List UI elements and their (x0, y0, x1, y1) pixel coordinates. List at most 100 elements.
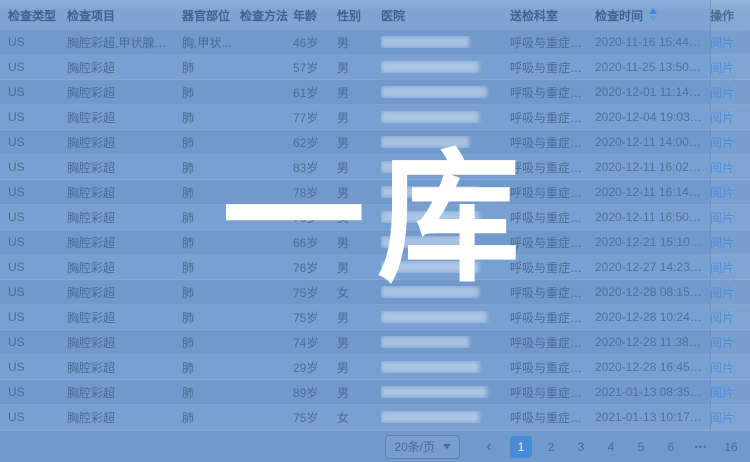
cell-exam-time: 2020-12-27 14:23:04 (595, 260, 710, 274)
view-images-link[interactable]: 阅片 (710, 86, 734, 100)
page-button-6[interactable]: 6 (660, 436, 682, 458)
page-button-4[interactable]: 4 (600, 436, 622, 458)
view-images-link[interactable]: 阅片 (710, 161, 734, 175)
redacted-hospital-value (381, 386, 487, 398)
sort-asc-icon[interactable] (649, 8, 657, 14)
column-header-label: 检查类型 (8, 7, 56, 24)
redacted-hospital-value (381, 186, 479, 198)
cell-age: 75岁 (293, 309, 337, 326)
table-row: US 胸腔彩超 肺 76岁 女 呼吸与重症医... 2020-12-11 16:… (0, 205, 750, 230)
cell-exam-item: 胸腔彩超 (67, 184, 182, 201)
cell-exam-item: 胸腔彩超 (67, 109, 182, 126)
cell-age: 46岁 (293, 34, 337, 51)
cell-gender: 男 (337, 134, 381, 151)
view-images-link[interactable]: 阅片 (710, 336, 734, 350)
view-images-link[interactable]: 阅片 (710, 36, 734, 50)
cell-organ: 肺 (182, 209, 240, 226)
table-row: US 胸腔彩超 肺 77岁 男 呼吸与重症医... 2020-12-04 19:… (0, 105, 750, 130)
cell-organ: 肺 (182, 234, 240, 251)
cell-department: 呼吸与重症医... (510, 234, 595, 251)
redacted-hospital-value (381, 86, 487, 98)
view-images-link[interactable]: 阅片 (710, 411, 734, 425)
table-row: US 胸腔彩超 肺 75岁 男 呼吸与重症医... 2020-12-28 10:… (0, 305, 750, 330)
cell-hospital (381, 111, 510, 123)
view-images-link[interactable]: 阅片 (710, 111, 734, 125)
cell-hospital (381, 411, 510, 423)
table-row: US 胸腔彩超 肺 83岁 男 呼吸与重症医... 2020-12-11 16:… (0, 155, 750, 180)
cell-exam-time: 2020-12-01 11:14:21 (595, 85, 710, 99)
view-images-link[interactable]: 阅片 (710, 361, 734, 375)
view-images-link[interactable]: 阅片 (710, 236, 734, 250)
column-header-label: 检查项目 (67, 7, 115, 24)
cell-exam-time: 2020-12-21 15:10:33 (595, 235, 710, 249)
cell-exam-item: 胸腔彩超 (67, 84, 182, 101)
cell-organ: 肺 (182, 184, 240, 201)
page-button-16[interactable]: 16 (720, 436, 742, 458)
cell-age: 29岁 (293, 359, 337, 376)
cell-organ: 肺 (182, 259, 240, 276)
page-button-1[interactable]: 1 (510, 436, 532, 458)
sort-desc-icon[interactable] (649, 16, 657, 22)
table-row: US 胸腔彩超 肺 75岁 女 呼吸与重症医... 2021-01-13 10:… (0, 405, 750, 430)
cell-department: 呼吸与重症医... (510, 159, 595, 176)
cell-gender: 男 (337, 359, 381, 376)
view-images-link[interactable]: 阅片 (710, 311, 734, 325)
cell-organ: 肺 (182, 284, 240, 301)
column-header-3: 检查方法 (240, 7, 293, 24)
cell-exam-time: 2020-12-11 16:02:05 (595, 160, 710, 174)
cell-department: 呼吸与重症医... (510, 109, 595, 126)
cell-organ: 肺 (182, 384, 240, 401)
cell-exam-time: 2020-12-04 19:03:24 (595, 110, 710, 124)
cell-department: 呼吸与重症医... (510, 334, 595, 351)
cell-department: 呼吸与重症医... (510, 284, 595, 301)
redacted-hospital-value (381, 336, 469, 348)
cell-exam-time: 2020-12-28 10:24:30 (595, 310, 710, 324)
page-button-3[interactable]: 3 (570, 436, 592, 458)
view-images-link[interactable]: 阅片 (710, 286, 734, 300)
cell-hospital (381, 136, 510, 148)
view-images-link[interactable]: 阅片 (710, 386, 734, 400)
cell-hospital (381, 36, 510, 48)
view-images-link[interactable]: 阅片 (710, 186, 734, 200)
cell-exam-type: US (8, 110, 67, 124)
cell-exam-type: US (8, 235, 67, 249)
page-button-5[interactable]: 5 (630, 436, 652, 458)
cell-age: 62岁 (293, 134, 337, 151)
cell-exam-time: 2021-01-13 08:35:05 (595, 385, 710, 399)
cell-exam-time: 2020-12-11 16:14:49 (595, 185, 710, 199)
cell-age: 74岁 (293, 334, 337, 351)
cell-hospital (381, 361, 510, 373)
cell-gender: 男 (337, 234, 381, 251)
cell-department: 呼吸与重症医... (510, 259, 595, 276)
view-images-link[interactable]: 阅片 (710, 261, 734, 275)
page-button-2[interactable]: 2 (540, 436, 562, 458)
cell-department: 呼吸与重症医... (510, 59, 595, 76)
redacted-hospital-value (381, 311, 487, 323)
cell-hospital (381, 236, 510, 248)
column-header-9: 操作 (710, 7, 750, 24)
cell-age: 89岁 (293, 384, 337, 401)
cell-exam-item: 胸腔彩超 (67, 409, 182, 426)
page-size-select[interactable]: 20条/页 (385, 435, 460, 459)
prev-page-button[interactable]: ‹ (478, 436, 500, 458)
column-header-8[interactable]: 检查时间 (595, 7, 710, 24)
cell-age: 77岁 (293, 109, 337, 126)
cell-hospital (381, 336, 510, 348)
view-images-link[interactable]: 阅片 (710, 211, 734, 225)
cell-exam-type: US (8, 185, 67, 199)
column-header-1: 检查项目 (67, 7, 182, 24)
table-row: US 胸腔彩超 肺 89岁 男 呼吸与重症医... 2021-01-13 08:… (0, 380, 750, 405)
sort-icons[interactable] (649, 8, 657, 22)
cell-exam-time: 2020-12-28 16:45:18 (595, 360, 710, 374)
page-ellipsis[interactable]: ••• (690, 436, 712, 458)
redacted-hospital-value (381, 136, 469, 148)
cell-department: 呼吸与重症医... (510, 309, 595, 326)
cell-organ: 肺 (182, 134, 240, 151)
view-images-link[interactable]: 阅片 (710, 61, 734, 75)
cell-gender: 男 (337, 109, 381, 126)
cell-exam-item: 胸腔彩超 (67, 284, 182, 301)
cell-exam-item: 胸腔彩超 (67, 134, 182, 151)
cell-gender: 男 (337, 34, 381, 51)
cell-exam-time: 2020-12-28 11:38:11 (595, 335, 710, 349)
view-images-link[interactable]: 阅片 (710, 136, 734, 150)
